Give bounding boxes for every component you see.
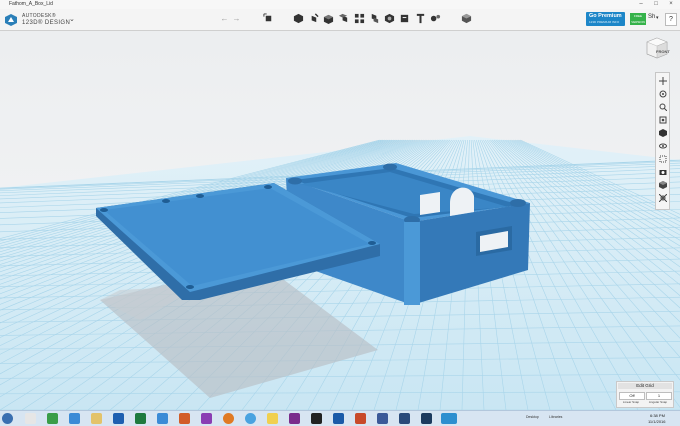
snap-value-field[interactable]: Off	[619, 392, 645, 400]
main-toolbar: AUTODESK® 123D® DESIGN ⌄ ← → Go Premium …	[0, 9, 680, 31]
help-button[interactable]: ?	[665, 13, 677, 26]
maximize-icon[interactable]: □	[649, 0, 663, 9]
tray-libraries-label[interactable]: Libraries	[549, 415, 562, 419]
taskbar-app-icon[interactable]	[69, 413, 80, 424]
measure-icon[interactable]	[398, 12, 411, 25]
tray-desktop-label[interactable]: Desktop	[526, 415, 539, 419]
start-button-icon[interactable]	[2, 413, 13, 424]
clock-date: 11/1/2016	[648, 419, 666, 424]
modify-icon[interactable]	[337, 12, 350, 25]
3d-viewport[interactable]	[0, 31, 680, 410]
go-premium-label: Go Premium	[589, 13, 622, 19]
taskbar-app-icon[interactable]	[201, 413, 212, 424]
primitives-icon[interactable]	[292, 12, 305, 25]
window-title: Fathom_A_Box_Lid	[9, 1, 53, 7]
construct-icon[interactable]	[322, 12, 335, 25]
view-cube[interactable]	[645, 36, 669, 60]
combine-icon[interactable]	[383, 12, 396, 25]
onenote-icon[interactable]	[289, 413, 300, 424]
transform-icon[interactable]	[262, 12, 275, 25]
clock-time: 6:38 PM	[650, 413, 665, 418]
pan-icon[interactable]	[657, 75, 668, 86]
facebook-icon[interactable]	[377, 413, 388, 424]
pattern-icon[interactable]	[353, 12, 366, 25]
xray-icon[interactable]	[657, 192, 668, 203]
brand-product: 123D® DESIGN	[22, 20, 71, 26]
taskbar-app-icon[interactable]	[311, 413, 322, 424]
taskbar-app-icon[interactable]	[179, 413, 190, 424]
materials-outline-icon[interactable]	[657, 153, 668, 164]
taskbar-app-icon[interactable]	[355, 413, 366, 424]
grouping-icon[interactable]	[368, 12, 381, 25]
text-icon[interactable]	[414, 12, 427, 25]
outlook-icon[interactable]	[113, 413, 124, 424]
123d-design-taskbar-icon[interactable]	[441, 413, 457, 424]
chevron-down-icon[interactable]: ⌄	[69, 15, 75, 23]
snap-icon[interactable]	[429, 12, 442, 25]
sketch-icon[interactable]	[307, 12, 320, 25]
navigation-bar	[655, 72, 670, 210]
grid-caption: Angular Snap	[648, 400, 668, 404]
minimize-icon[interactable]: –	[634, 0, 648, 9]
edit-grid-button[interactable]: Edit Grid	[618, 383, 672, 389]
taskbar-app-icon[interactable]	[267, 413, 278, 424]
taskbar-app-icon[interactable]	[25, 413, 36, 424]
chevron-down-icon[interactable]: ▾	[656, 15, 659, 21]
zoom-icon[interactable]	[657, 101, 668, 112]
folder-icon[interactable]	[91, 413, 102, 424]
close-icon[interactable]: ×	[664, 0, 678, 9]
snap-caption: Linear Snap	[622, 400, 640, 404]
taskbar-app-icon[interactable]	[157, 413, 168, 424]
taskbar-app-icon[interactable]	[333, 413, 344, 424]
visibility-icon[interactable]	[657, 140, 668, 151]
app-logo-icon	[5, 14, 17, 26]
fit-icon[interactable]	[657, 114, 668, 125]
windows-taskbar: Desktop Libraries 6:38 PM 11/1/2016	[0, 410, 680, 426]
firefox-icon[interactable]	[223, 413, 234, 424]
brand-autodesk: AUTODESK®	[22, 13, 56, 19]
go-premium-button[interactable]: Go Premium 123D PREMIUM INFO	[586, 12, 625, 26]
orbit-icon[interactable]	[657, 88, 668, 99]
taskbar-app-icon[interactable]	[47, 413, 58, 424]
solid-icon[interactable]	[657, 179, 668, 190]
taskbar-app-icon[interactable]	[245, 413, 256, 424]
taskbar-app-icon[interactable]	[399, 413, 410, 424]
view-icon[interactable]	[657, 127, 668, 138]
excel-icon[interactable]	[135, 413, 146, 424]
grid-value-field[interactable]: 1	[646, 392, 672, 400]
photoshop-icon[interactable]	[421, 413, 432, 424]
go-premium-subtext: 123D PREMIUM INFO	[589, 20, 620, 24]
camera-icon[interactable]	[657, 166, 668, 177]
grid-panel: Edit Grid Off 1 Linear Snap Angular Snap	[616, 381, 674, 408]
redo-arrow-icon[interactable]: →	[230, 12, 243, 25]
user-menu[interactable]: Sh	[648, 14, 655, 20]
view-cube-face-label: FRONT	[656, 49, 670, 54]
free-version-badge: FREE VERSION	[630, 13, 646, 25]
material-icon[interactable]	[460, 12, 473, 25]
